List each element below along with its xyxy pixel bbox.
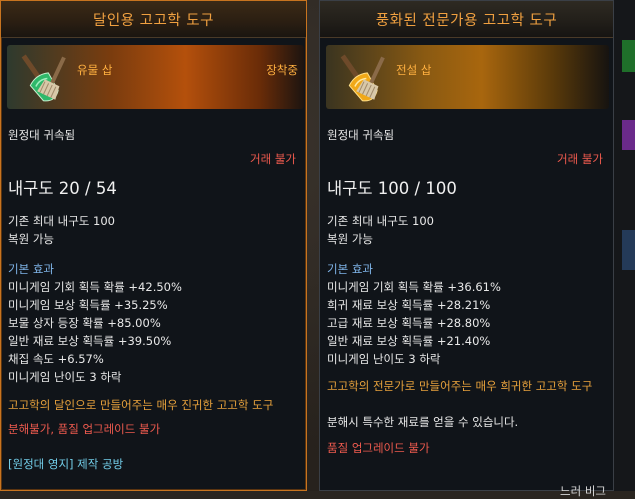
cut-off-text: 느러 비그 [560, 484, 606, 498]
max-durability: 기존 최대 내구도 100 [8, 214, 115, 228]
item-source: [원정대 영지] 제작 공방 [8, 457, 124, 471]
equipped-badge: 장착중 [266, 63, 298, 77]
item-tooltip-equipped: 달인용 고고학 도구 유물 삽 장착중 원정대 귀속됨 거래 불가 내구도 20… [0, 0, 307, 491]
effect-line: 고급 재료 보상 획득률 +28.80% [327, 316, 491, 330]
max-durability: 기존 최대 내구도 100 [327, 214, 434, 228]
durability: 내구도 100 / 100 [327, 179, 457, 198]
item-tooltip-compare: 풍화된 전문가용 고고학 도구 전설 삽 원정대 귀속됨 거래 불가 내구도 1… [319, 0, 614, 498]
item-description: 고고학의 달인으로 만들어주는 매우 진귀한 고고학 도구 [8, 398, 274, 412]
effect-header: 기본 효과 [327, 262, 373, 276]
effect-line: 미니게임 보상 획득률 +35.25% [8, 298, 168, 312]
item-title: 달인용 고고학 도구 [1, 1, 306, 38]
bound-status: 원정대 귀속됨 [327, 128, 395, 142]
restorable: 복원 가능 [8, 232, 54, 246]
effect-line: 미니게임 기회 획득 확률 +36.61% [327, 280, 501, 294]
effect-line: 채집 속도 +6.57% [8, 352, 104, 366]
effect-line: 일반 재료 보상 획득률 +21.40% [327, 334, 491, 348]
effect-line: 일반 재료 보상 획득률 +39.50% [8, 334, 172, 348]
effect-header: 기본 효과 [8, 262, 54, 276]
item-grade: 유물 삽 [77, 63, 113, 77]
item-grade: 전설 삽 [396, 63, 432, 77]
restorable: 복원 가능 [327, 232, 373, 246]
trade-status: 거래 불가 [250, 152, 296, 166]
item-banner: 전설 삽 [326, 45, 609, 109]
item-restrictions: 분해불가, 품질 업그레이드 불가 [8, 422, 161, 436]
gold-shovel-icon [326, 45, 390, 109]
effect-line: 미니게임 난이도 3 하락 [8, 370, 122, 384]
item-banner: 유물 삽 장착중 [7, 45, 304, 109]
side-slot-green [622, 40, 635, 72]
effect-line: 보물 상자 등장 확률 +85.00% [8, 316, 161, 330]
bound-status: 원정대 귀속됨 [8, 128, 76, 142]
item-description: 고고학의 전문가로 만들어주는 매우 희귀한 고고학 도구 [327, 379, 593, 393]
effect-line: 미니게임 기회 획득 확률 +42.50% [8, 280, 182, 294]
effect-line: 미니게임 난이도 3 하락 [327, 352, 441, 366]
effect-line: 희귀 재료 보상 획득률 +28.21% [327, 298, 491, 312]
item-restrictions: 품질 업그레이드 불가 [327, 441, 430, 455]
durability: 내구도 20 / 54 [8, 179, 117, 198]
trade-status: 거래 불가 [557, 152, 603, 166]
item-title: 풍화된 전문가용 고고학 도구 [320, 1, 613, 38]
green-shovel-icon [7, 45, 71, 109]
side-slot-blue [622, 230, 635, 270]
side-slot-purple [622, 120, 635, 150]
dismantle-note: 분해시 특수한 재료를 얻을 수 있습니다. [327, 415, 519, 429]
